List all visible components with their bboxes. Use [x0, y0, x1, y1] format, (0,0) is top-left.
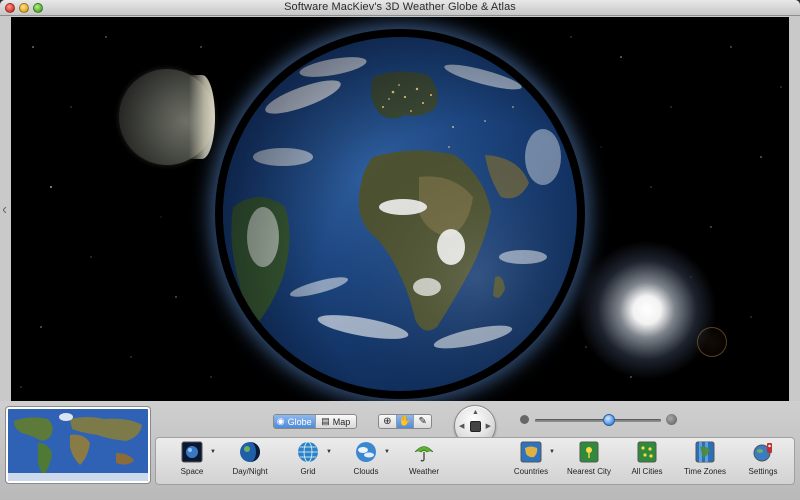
space-label: Space	[180, 467, 204, 476]
clouds-tool[interactable]: ▼ Clouds	[334, 441, 398, 483]
settings-label: Settings	[748, 467, 778, 476]
grid-menu-chevron-icon[interactable]: ▼	[326, 449, 332, 455]
lens-flare	[697, 327, 727, 357]
globe-view-label: Globe	[287, 416, 312, 427]
countries-menu-chevron-icon[interactable]: ▼	[549, 449, 555, 455]
zoom-slider-thumb[interactable]	[603, 414, 616, 426]
space-icon	[181, 441, 203, 463]
zoom-out-globe-icon[interactable]	[520, 415, 529, 424]
clouds-menu-chevron-icon[interactable]: ▼	[384, 449, 390, 455]
pin-tool-button[interactable]: ✎	[414, 415, 431, 428]
settings-icon	[752, 441, 774, 463]
title-bar[interactable]: Software MacKiev's 3D Weather Globe & At…	[0, 0, 800, 16]
nearest-city-tool[interactable]: Nearest City	[557, 441, 621, 483]
grid-label: Grid	[300, 467, 316, 476]
weather-tool[interactable]: Weather	[392, 441, 456, 483]
earth-surface	[223, 37, 577, 391]
left-resize-grip[interactable]	[2, 200, 7, 214]
grid-tool[interactable]: ▼ Grid	[276, 441, 340, 483]
stop-rotation-button[interactable]	[470, 421, 481, 432]
globe-viewport[interactable]	[11, 17, 789, 401]
map-view-button[interactable]: ▤ Map	[316, 415, 357, 428]
hand-tool-button[interactable]: ✋	[396, 415, 415, 428]
magnify-tool-button[interactable]: ⊕	[379, 415, 397, 428]
pan-left-arrow-icon[interactable]: ◀	[459, 423, 464, 430]
zoom-in-globe-icon[interactable]	[666, 414, 677, 425]
sun	[577, 240, 717, 380]
world-minimap[interactable]	[6, 407, 150, 483]
globe-icon: ◉	[276, 416, 285, 426]
umbrella-icon	[413, 441, 435, 463]
countries-icon	[520, 441, 542, 463]
grid-globe-icon	[297, 441, 319, 463]
countries-tool[interactable]: ▼ Countries	[499, 441, 563, 483]
day-night-tool[interactable]: Day/Night	[218, 441, 282, 483]
cursor-tools-segmented-control: ⊕ ✋ ✎	[378, 414, 432, 429]
all-cities-label: All Cities	[631, 467, 663, 476]
clouds-label: Clouds	[353, 467, 379, 476]
map-icon: ▤	[321, 416, 330, 426]
zoom-slider[interactable]	[535, 419, 661, 422]
hand-icon: ✋	[398, 416, 412, 427]
feature-toolbar: ▼ Space Day/Night ▼ Grid ▼ Clouds Weathe…	[155, 437, 795, 485]
earth-globe[interactable]	[223, 37, 577, 391]
window-title: Software MacKiev's 3D Weather Globe & At…	[284, 1, 516, 13]
nearest-city-label: Nearest City	[566, 467, 611, 476]
pan-up-arrow-icon[interactable]: ▲	[472, 409, 479, 416]
magnifier-icon: ⊕	[383, 416, 392, 427]
pan-right-arrow-icon[interactable]: ▶	[486, 423, 491, 430]
day-night-label: Day/Night	[232, 467, 268, 476]
all-cities-tool[interactable]: All Cities	[615, 441, 679, 483]
space-menu-chevron-icon[interactable]: ▼	[210, 449, 216, 455]
view-mode-segmented-control: ◉ Globe ▤ Map	[273, 414, 357, 429]
day-night-icon	[239, 441, 261, 463]
weather-label: Weather	[408, 467, 440, 476]
time-zones-tool[interactable]: Time Zones	[673, 441, 737, 483]
all-cities-icon	[636, 441, 658, 463]
settings-tool[interactable]: Settings	[731, 441, 795, 483]
clouds-globe-icon	[355, 441, 377, 463]
app-window: Software MacKiev's 3D Weather Globe & At…	[0, 0, 800, 500]
pushpin-icon: ✎	[418, 416, 427, 427]
nearest-city-icon	[578, 441, 600, 463]
time-zones-label: Time Zones	[684, 467, 726, 476]
time-zones-icon	[694, 441, 716, 463]
space-tool[interactable]: ▼ Space	[160, 441, 224, 483]
map-view-label: Map	[332, 416, 351, 427]
countries-label: Countries	[513, 467, 549, 476]
moon-crescent	[189, 75, 215, 159]
control-panel: ◉ Globe ▤ Map ⊕ ✋ ✎ ▲ ▼ ◀ ▶	[0, 401, 800, 500]
globe-view-button[interactable]: ◉ Globe	[274, 415, 316, 428]
world-map-thumbnail	[8, 409, 148, 481]
